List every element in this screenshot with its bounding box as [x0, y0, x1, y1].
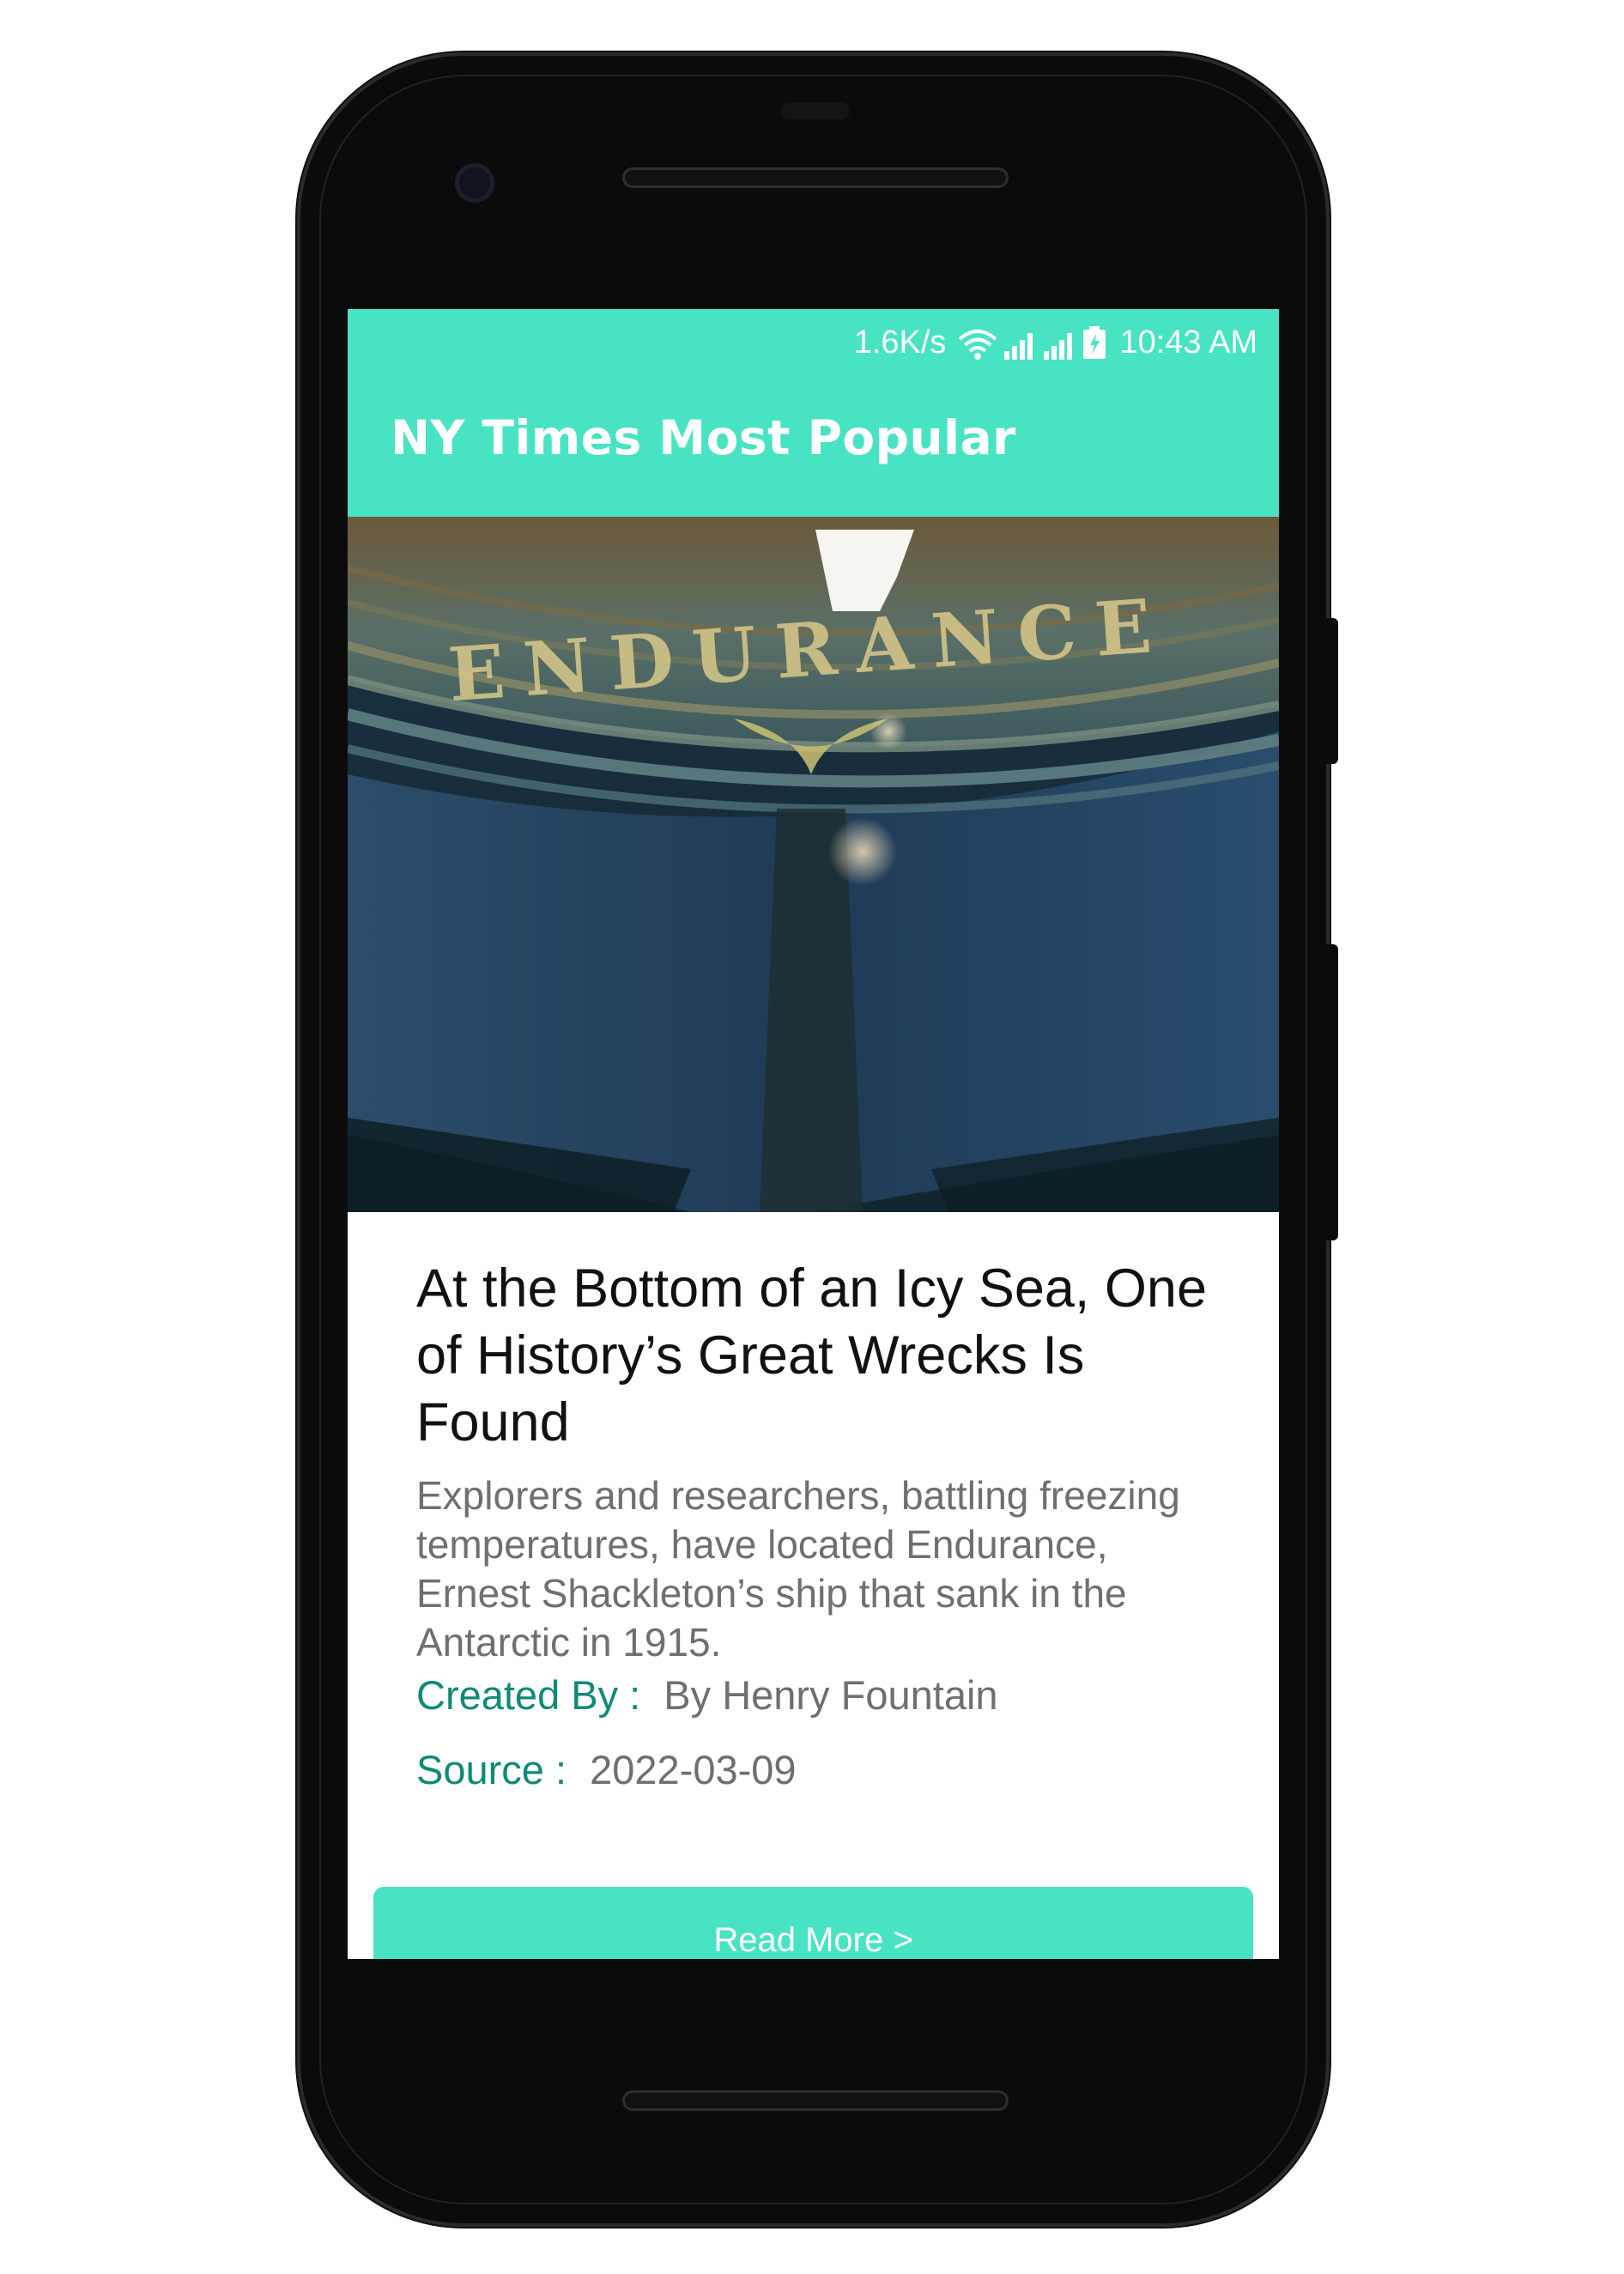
network-speed: 1.6K/s	[853, 324, 947, 361]
source-label: Source :	[416, 1747, 567, 1792]
article-headline[interactable]: At the Bottom of an Icy Sea, One of Hist…	[416, 1255, 1223, 1456]
battery-charging-icon	[1083, 326, 1106, 359]
app-screen: 1.6K/s 10:43 AM NY Times Most Popular EN…	[348, 309, 1279, 1959]
signal-icon	[1044, 333, 1073, 360]
article-abstract: Explorers and researchers, battling free…	[416, 1473, 1180, 1665]
shipwreck-photo: ENDURANCE	[348, 517, 1279, 1212]
status-bar: 1.6K/s 10:43 AM	[348, 309, 1279, 378]
signal-icon	[1004, 333, 1033, 360]
byline-row: Created By : By Henry Fountain	[416, 1671, 998, 1719]
article-image[interactable]: ENDURANCE	[348, 517, 1279, 1212]
read-more-label: Read More >	[713, 1921, 913, 1959]
status-icons	[958, 325, 1107, 360]
source-value: 2022-03-09	[590, 1747, 797, 1792]
volume-button	[1326, 944, 1338, 1240]
app-title: NY Times Most Popular	[391, 410, 1016, 465]
read-more-button[interactable]: Read More >	[373, 1887, 1253, 1959]
clock-time: 10:43 AM	[1119, 324, 1257, 361]
status-bar-right: 1.6K/s 10:43 AM	[854, 321, 1257, 364]
byline-value: By Henry Fountain	[664, 1672, 998, 1718]
front-camera-icon	[455, 163, 494, 203]
wifi-icon	[959, 330, 997, 360]
byline-label: Created By :	[416, 1672, 641, 1718]
earpiece-speaker	[622, 167, 1009, 188]
bottom-speaker	[622, 2090, 1009, 2111]
app-toolbar: NY Times Most Popular	[348, 378, 1279, 517]
top-speaker-grill	[781, 102, 850, 119]
source-row: Source : 2022-03-09	[416, 1746, 797, 1793]
power-button	[1326, 618, 1338, 764]
